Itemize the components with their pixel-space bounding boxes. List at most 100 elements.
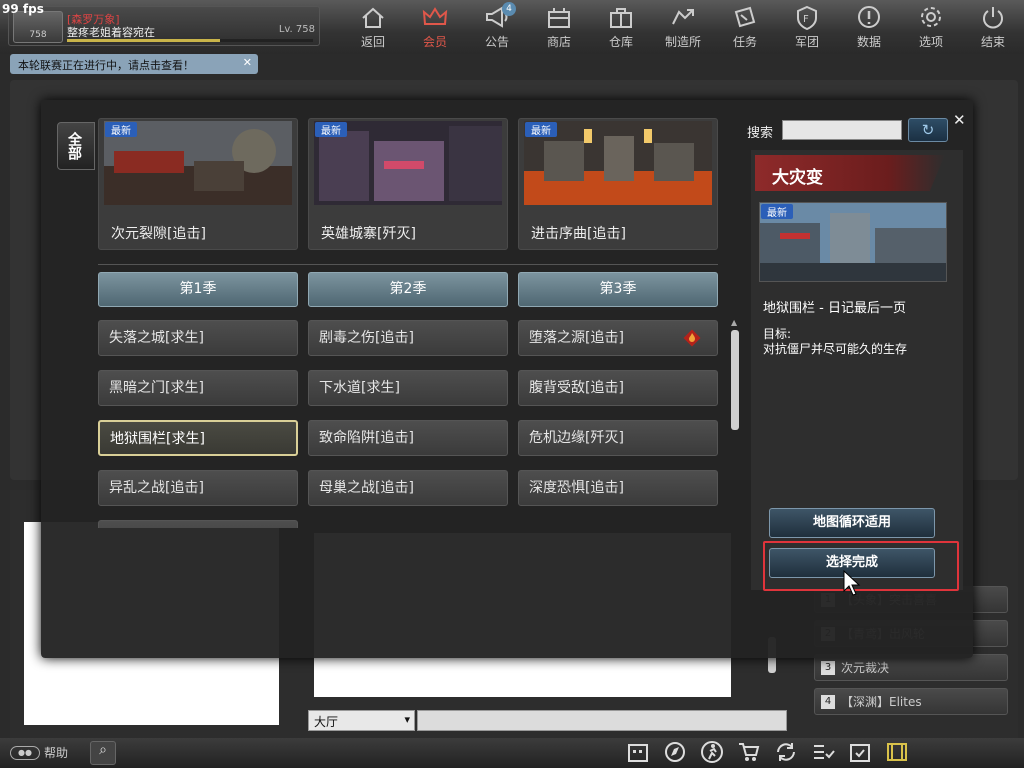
player-level: Lv. 758 [278, 24, 315, 35]
season-tab-2[interactable]: 第2季 [308, 272, 508, 307]
info-icon [858, 6, 880, 28]
mission-icon [734, 6, 756, 28]
map-option[interactable]: 剧毒之伤[追击] [308, 320, 508, 356]
refresh-icon[interactable]: ↻ [908, 118, 948, 142]
search-label: 搜索 [747, 126, 774, 141]
nav-button-9[interactable]: 选项 [900, 0, 962, 54]
map-option[interactable]: 危机边缘[歼灭] [518, 420, 718, 456]
mouse-cursor-icon [843, 570, 861, 596]
xp-bar-fill [67, 39, 220, 42]
player-profile[interactable]: 758 [森罗万象] 整疼老姐着容宛在 Lv. 758 [8, 6, 320, 46]
xp-bar [67, 39, 313, 42]
nav-label: 制造所 [664, 35, 701, 49]
svg-text:F: F [803, 14, 809, 25]
film-icon[interactable] [885, 740, 909, 764]
map-option-label: 黑暗之门[求生] [109, 380, 204, 396]
help-label: 帮助 [44, 746, 69, 760]
nav-label: 商店 [546, 35, 571, 49]
nav-label: 军团 [794, 35, 819, 49]
help-button[interactable]: ●● 帮助 [10, 744, 68, 761]
divider [98, 264, 718, 265]
channel-item[interactable]: 3 次元裁决 [814, 654, 1008, 681]
map-option[interactable]: 失落之城[求生] [98, 320, 298, 356]
map-thumbnail: 最新 [524, 121, 712, 205]
map-option[interactable]: 腹背受敌[追击] [518, 370, 718, 406]
notification-badge: 4 [502, 2, 516, 16]
map-preview-image: 最新 [759, 202, 947, 282]
hot-map-icon [683, 329, 701, 347]
nav-label: 仓库 [608, 35, 633, 49]
nav-button-10[interactable]: 结束 [962, 0, 1024, 54]
league-notice[interactable]: 本轮联赛正在进行中，请点击查看！ ✕ [10, 54, 258, 74]
calendar-icon[interactable] [626, 740, 650, 764]
workshop-icon [672, 9, 694, 25]
map-grid: 最新 次元裂隙[追击] 最新 英雄城寨[歼灭] 最新 进击序曲[追击] 第1季 第2季 第3季失… [98, 118, 723, 528]
map-option[interactable]: 黑暗之门[求生] [98, 370, 298, 406]
runner-icon[interactable] [700, 740, 724, 764]
nav-button-7[interactable]: F 军团 [776, 0, 838, 54]
player-name: 整疼老姐着容宛在 [67, 26, 155, 39]
new-tag: 最新 [105, 122, 137, 137]
channel-item[interactable]: 4 【深渊】Elites [814, 688, 1008, 715]
checklist-icon[interactable] [811, 740, 835, 764]
map-option[interactable] [98, 520, 298, 528]
map-option[interactable]: 致命陷阱[追击] [308, 420, 508, 456]
bottom-toolbar [626, 740, 909, 764]
map-option-label: 腹背受敌[追击] [529, 380, 624, 396]
featured-map-card[interactable]: 最新英雄城寨[歼灭] [308, 118, 508, 250]
chat-channel-select[interactable]: 大厅 [308, 710, 415, 731]
close-icon[interactable]: ✕ [953, 111, 966, 129]
search-icon[interactable]: ⌕ [90, 741, 116, 765]
top-bar: 758 [森罗万象] 整疼老姐着容宛在 Lv. 758 返回 会员 公告 4 商店 仓库 制… [0, 0, 1024, 54]
channel-label: 【深渊】Elites [841, 695, 922, 709]
map-option-label: 母巢之战[追击] [319, 480, 414, 496]
nav-button-4[interactable]: 仓库 [590, 0, 652, 54]
nav-button-3[interactable]: 商店 [528, 0, 590, 54]
crown-icon [422, 7, 448, 25]
nav-button-2[interactable]: 公告 4 [466, 0, 528, 54]
map-option-label: 异乱之战[追击] [109, 480, 204, 496]
league-notice-text: 本轮联赛正在进行中，请点击查看！ [18, 59, 194, 72]
map-option-label: 危机边缘[歼灭] [529, 430, 624, 446]
map-option[interactable]: 堕落之源[追击] [518, 320, 718, 356]
map-option[interactable]: 异乱之战[追击] [98, 470, 298, 506]
sync-icon[interactable] [774, 740, 798, 764]
cart-icon[interactable] [737, 740, 761, 764]
close-icon[interactable]: ✕ [243, 56, 252, 69]
map-list-scrollbar[interactable] [731, 330, 739, 430]
gear-icon [921, 7, 941, 27]
featured-map-title: 次元裂隙[追击] [111, 226, 206, 242]
map-option[interactable]: 母巢之战[追击] [308, 470, 508, 506]
nav-button-1[interactable]: 会员 [404, 0, 466, 54]
map-search-input[interactable] [782, 120, 902, 140]
new-tag: 最新 [315, 122, 347, 137]
map-option-label: 下水道[求生] [319, 380, 400, 396]
nav-label: 选项 [918, 35, 943, 49]
calendar-check-icon[interactable] [848, 740, 872, 764]
season-tab-1[interactable]: 第1季 [98, 272, 298, 307]
map-option-label: 失落之城[求生] [109, 330, 204, 346]
featured-map-title: 英雄城寨[歼灭] [321, 226, 416, 242]
channel-number: 4 [821, 694, 835, 709]
featured-map-card[interactable]: 最新 进击序曲[追击] [518, 118, 718, 250]
map-option[interactable]: 深度恐惧[追击] [518, 470, 718, 506]
map-rotation-button[interactable]: 地图循环适用 [769, 508, 935, 538]
power-icon [983, 7, 1003, 29]
nav-label: 公告 [484, 35, 509, 49]
compass-icon[interactable] [663, 740, 687, 764]
map-option[interactable]: 地狱围栏[求生] [98, 420, 298, 456]
season-tab-3[interactable]: 第3季 [518, 272, 718, 307]
chat-input[interactable] [417, 710, 787, 731]
map-option-label: 地狱围栏[求生] [110, 431, 205, 447]
nav-label: 返回 [360, 35, 385, 49]
scroll-up-icon[interactable]: ▲ [731, 318, 737, 327]
nav-button-6[interactable]: 任务 [714, 0, 776, 54]
map-option[interactable]: 下水道[求生] [308, 370, 508, 406]
nav-button-5[interactable]: 制造所 [652, 0, 714, 54]
nav-button-0[interactable]: 返回 [342, 0, 404, 54]
nav-label: 任务 [732, 35, 757, 49]
mode-title: 大灾变 [772, 168, 823, 188]
featured-map-card[interactable]: 最新次元裂隙[追击] [98, 118, 298, 250]
nav-button-8[interactable]: 数据 [838, 0, 900, 54]
tab-all[interactable]: 全部 [57, 122, 95, 170]
